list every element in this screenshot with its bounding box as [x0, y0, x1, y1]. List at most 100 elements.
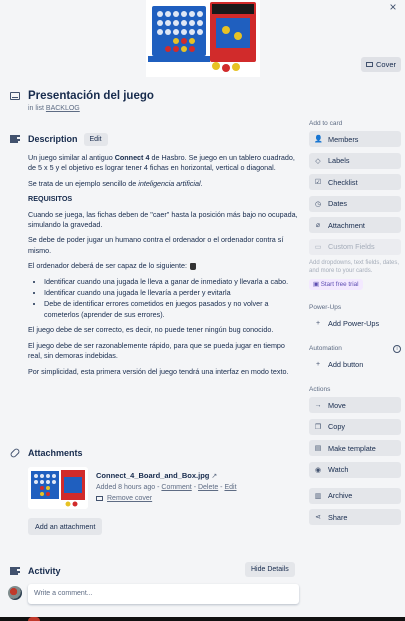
members-icon: 👤: [314, 136, 323, 143]
info-icon[interactable]: i: [393, 345, 401, 353]
custom-fields-note: Add dropdowns, text fields, dates, and m…: [309, 260, 400, 274]
cover-button-label: Cover: [375, 60, 396, 69]
checklist-icon: ☑: [314, 179, 322, 186]
make-template-button[interactable]: ▤ Make template: [309, 440, 401, 456]
cover-image[interactable]: [146, 0, 260, 77]
description-paragraph: Se debe de poder jugar un humano contra …: [28, 235, 284, 255]
attachment-button[interactable]: ⌀ Attachment: [309, 217, 401, 233]
add-attachment-button[interactable]: Add an attachment: [28, 518, 103, 535]
in-list-prefix: in list: [28, 105, 44, 112]
make-template-label: Make template: [328, 443, 376, 453]
add-powerups-button[interactable]: + Add Power-Ups: [309, 315, 401, 331]
watch-label: Watch: [328, 465, 349, 474]
start-free-trial-button[interactable]: ▣ Start free trial: [309, 279, 363, 290]
activity-icon: [10, 567, 20, 575]
plus-icon: +: [315, 319, 321, 327]
description-paragraph: El juego debe de ser correcto, es decir,…: [28, 325, 274, 335]
dates-label: Dates: [328, 199, 348, 208]
external-link-icon[interactable]: ↗: [211, 473, 217, 480]
description-paragraph: El ordenador deberá de ser capaz de lo s…: [28, 261, 300, 271]
close-icon[interactable]: ×: [383, 0, 403, 14]
card-icon: [96, 495, 103, 501]
cover-button[interactable]: Cover: [361, 57, 401, 72]
template-icon: ▤: [314, 445, 322, 452]
automation-label: Automation i: [309, 345, 401, 353]
attachment-name[interactable]: Connect_4_Board_and_Box.jpg: [96, 471, 209, 480]
list-link[interactable]: BACKLOG: [46, 105, 80, 112]
powerups-label: Power-Ups: [309, 304, 342, 311]
members-button[interactable]: 👤 Members: [309, 131, 401, 147]
share-label: Share: [328, 512, 348, 522]
hand-cursor-icon: [190, 262, 197, 270]
paperclip-icon: [9, 447, 21, 459]
card-title-row: Presentación del juego: [10, 88, 395, 104]
attachment-thumbnail[interactable]: [28, 467, 88, 509]
actions-label: Actions: [309, 386, 331, 393]
list-item: Identificar cuando una jugada le llevarí…: [44, 288, 300, 298]
in-list-text: in list BACKLOG: [28, 105, 80, 112]
trial-label: Start free trial: [320, 281, 359, 288]
add-to-card-label: Add to card: [309, 120, 343, 127]
edit-description-button[interactable]: Edit: [83, 132, 108, 146]
move-button[interactable]: → Move: [309, 397, 401, 413]
dates-button[interactable]: ◷ Dates: [309, 195, 401, 212]
members-label: Members: [328, 134, 359, 144]
description-paragraph: El juego debe de ser razonablemente rápi…: [28, 340, 285, 361]
card-icon: [365, 62, 373, 67]
card-title[interactable]: Presentación del juego: [28, 90, 154, 102]
card-detail-modal: Presentación del juego in list BACKLOG D…: [0, 77, 405, 621]
avatar[interactable]: [8, 586, 22, 600]
attachment-added: Added 8 hours ago: [96, 484, 156, 491]
archive-button[interactable]: ▥ Archive: [309, 487, 401, 504]
custom-fields-label: Custom Fields: [328, 242, 375, 251]
description-icon: [10, 135, 20, 143]
archive-icon: ▥: [314, 492, 322, 500]
add-button-label: Add button: [328, 359, 364, 369]
attachment-comment-link[interactable]: Comment: [161, 484, 191, 491]
attachment-edit-link[interactable]: Edit: [224, 484, 236, 491]
comment-input[interactable]: Write a comment...: [28, 584, 299, 604]
remove-cover-link[interactable]: Remove cover: [107, 495, 152, 502]
description-paragraph: Cuando se juega, las fichas deben de "ca…: [28, 209, 298, 230]
custom-fields-button[interactable]: ▭ Custom Fields: [309, 238, 401, 255]
labels-button[interactable]: ◇ Labels: [309, 152, 401, 169]
attachment-info: Connect_4_Board_and_Box.jpg ↗ Added 8 ho…: [96, 471, 237, 502]
plus-icon: +: [315, 360, 321, 368]
share-button[interactable]: ⋖ Share: [309, 509, 401, 525]
checklist-button[interactable]: ☑ Checklist: [309, 174, 401, 190]
clock-icon: ◷: [314, 200, 322, 208]
requirements-list: Identificar cuando una jugada le lleva a…: [44, 277, 300, 321]
bottom-bar: [0, 617, 405, 621]
arrow-right-icon: →: [314, 401, 322, 409]
watch-button[interactable]: ◉ Watch: [309, 461, 401, 478]
description-paragraph: Por simplicidad, esta primera versión de…: [28, 366, 289, 376]
custom-fields-icon: ▭: [314, 243, 322, 251]
paperclip-icon: ⌀: [315, 222, 321, 229]
description-paragraph: Se trata de un ejemplo sencillo de intel…: [28, 178, 203, 188]
copy-icon: ❐: [314, 423, 322, 431]
add-button-button[interactable]: + Add button: [309, 356, 401, 372]
card-sidebar: Add to card 👤 Members ◇ Labels ☑ Checklist …: [309, 120, 401, 531]
activity-heading: Activity: [28, 566, 61, 576]
hide-details-button[interactable]: Hide Details: [245, 562, 295, 577]
list-item: Identificar cuando una jugada le lleva a…: [44, 277, 300, 287]
card-cover: × Cover: [0, 0, 405, 77]
trial-icon: ▣: [313, 281, 319, 288]
description-heading: Description: [28, 134, 78, 144]
list-item: Debe de identificar errores cometidos en…: [44, 299, 300, 320]
move-label: Move: [328, 400, 346, 410]
description-body[interactable]: Un juego similar al antiguo Connect 4 de…: [28, 153, 300, 382]
labels-label: Labels: [328, 156, 350, 165]
labels-icon: ◇: [315, 157, 321, 165]
description-header: Description Edit: [10, 131, 108, 147]
checklist-label: Checklist: [328, 177, 358, 187]
eye-icon: ◉: [314, 466, 322, 474]
attachments-heading: Attachments: [28, 448, 83, 458]
attachments-header: Attachments: [9, 446, 83, 460]
add-powerups-label: Add Power-Ups: [328, 318, 380, 328]
copy-button[interactable]: ❐ Copy: [309, 418, 401, 435]
card-icon: [10, 92, 20, 100]
attachment-delete-link[interactable]: Delete: [198, 484, 218, 491]
requisitos-heading: REQUISITOS: [28, 194, 73, 204]
description-paragraph: Un juego similar al antiguo Connect 4 de…: [28, 153, 295, 173]
